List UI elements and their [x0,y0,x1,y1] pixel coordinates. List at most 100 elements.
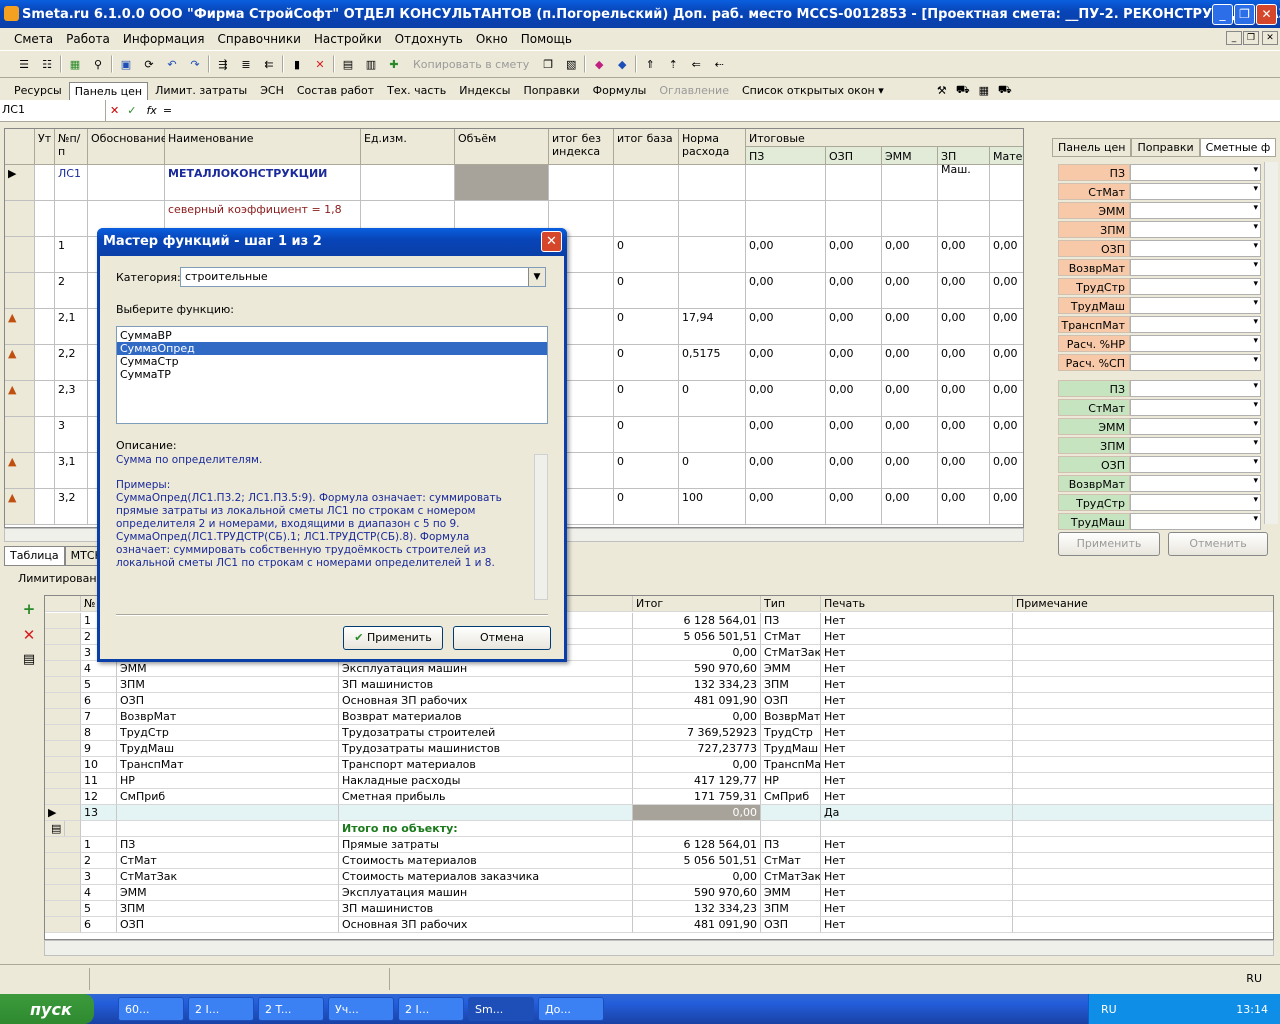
grid-cell[interactable]: 0,00 [990,273,1023,309]
grid-cell[interactable]: 0,00 [826,309,882,345]
table-cell[interactable]: 5 [81,901,117,917]
table-row[interactable]: 1 ПЗ Прямые затраты 6 128 564,01 ПЗ Нет [45,837,1273,853]
minimize-button[interactable]: _ [1212,4,1233,25]
grid-header-unit[interactable]: Ед.изм. [361,129,455,165]
table-cell[interactable]: СмПриб [761,789,821,805]
table-cell[interactable]: 0,00 [633,757,761,773]
grid-header-total-no-index[interactable]: итог без индекса [549,129,614,165]
grid-header-emm[interactable]: ЭММ [882,147,938,165]
table-cell[interactable]: ЗПМ [761,901,821,917]
bottom-header-cell[interactable]: Тип [761,596,821,612]
table-cell[interactable]: Прямые затраты [339,837,633,853]
grid-cell[interactable]: 0 [614,417,679,453]
grid-header-num[interactable]: №п/п [55,129,88,165]
table-cell[interactable]: 0,00 [633,805,761,821]
table-cell[interactable]: ПЗ [117,837,339,853]
grid-cell[interactable]: 0,00 [746,309,826,345]
table-cell[interactable] [1013,917,1273,933]
grid-cell[interactable]: 17,94 [679,309,746,345]
table-cell[interactable]: 0,00 [633,709,761,725]
menu-settings[interactable]: Настройки [312,31,384,47]
right-apply-button[interactable]: Применить [1058,532,1160,556]
table-cell[interactable]: ПЗ [761,613,821,629]
add-icon[interactable]: + [23,600,36,618]
table-cell[interactable] [1013,661,1273,677]
table-cell[interactable] [1013,645,1273,661]
table-cell[interactable] [1013,613,1273,629]
grid-cell[interactable]: 0,00 [990,237,1023,273]
formula-field-select[interactable] [1130,418,1261,435]
table-cell[interactable]: 481 091,90 [633,917,761,933]
excel-icon[interactable]: ▦ [65,54,85,74]
formula-field-select[interactable] [1130,335,1261,352]
table-cell[interactable]: Итого по объекту: [339,821,633,837]
table-cell[interactable]: 171 759,31 [633,789,761,805]
bottom-header-cell[interactable]: Печать [821,596,1013,612]
table-cell[interactable]: Нет [821,853,1013,869]
table-cell[interactable]: 7 369,52923 [633,725,761,741]
grid-cell[interactable] [990,201,1023,237]
table-cell[interactable] [45,901,81,917]
table-cell[interactable] [117,805,339,821]
menu-refs[interactable]: Справочники [216,31,303,47]
table-cell[interactable]: Нет [821,677,1013,693]
table-cell[interactable]: ЭММ [117,661,339,677]
table-row[interactable]: 3 СтМатЗак Стоимость материалов заказчика 0… [45,869,1273,885]
formula-field-select[interactable] [1130,475,1261,492]
table-cell[interactable]: Накладные расходы [339,773,633,789]
table-cell[interactable]: ЭММ [761,885,821,901]
right-cancel-button[interactable]: Отменить [1168,532,1268,556]
tab-tech-part[interactable]: Тех. часть [381,81,452,100]
table-cell[interactable]: 1 [81,837,117,853]
grid-cell[interactable]: 3,1 [55,453,88,489]
grid-header-ozp[interactable]: ОЗП [826,147,882,165]
table-cell[interactable] [45,629,81,645]
table-cell[interactable]: ЗП машинистов [339,901,633,917]
grid-cell[interactable]: 0 [614,273,679,309]
table-cell[interactable]: Нет [821,917,1013,933]
table-cell[interactable]: ТрудМаш [761,741,821,757]
menu-rest[interactable]: Отдохнуть [393,31,465,47]
mdi-minimize-button[interactable]: _ [1226,31,1242,45]
grid-cell[interactable] [35,489,55,525]
table-cell[interactable]: 2 [81,853,117,869]
table-cell[interactable] [1013,725,1273,741]
table-cell[interactable]: 6 [81,693,117,709]
grid-cell[interactable]: 0,00 [938,489,990,525]
grid-cell[interactable] [35,165,55,201]
sort-up-icon[interactable]: ⇑ [640,54,660,74]
table-cell[interactable]: ТрудСтр [117,725,339,741]
table-cell[interactable]: 8 [81,725,117,741]
bottom-header-cell[interactable] [45,596,81,612]
table-cell[interactable] [1013,709,1273,725]
table-cell[interactable]: ЗП машинистов [339,677,633,693]
table-cell[interactable]: 5 056 501,51 [633,853,761,869]
menu-info[interactable]: Информация [121,31,207,47]
taskbar-button[interactable]: 2 I... [398,997,464,1021]
menu-work[interactable]: Работа [64,31,112,47]
table-cell[interactable]: Нет [821,661,1013,677]
formula-field-select[interactable] [1130,278,1261,295]
grid-cell[interactable] [679,201,746,237]
table-cell[interactable]: 0,00 [633,869,761,885]
tray-language[interactable]: RU [1089,1003,1117,1016]
table-cell[interactable]: Основная ЗП рабочих [339,917,633,933]
formula-field-select[interactable] [1130,380,1261,397]
grid-cell[interactable]: 0 [614,381,679,417]
row-indicator[interactable]: ▲ [5,309,35,345]
table-cell[interactable]: ЗПМ [761,677,821,693]
table-cell[interactable]: Эксплуатация машин [339,885,633,901]
grid-header-mater[interactable]: Матер [990,147,1023,165]
grid-cell[interactable]: 0,00 [938,417,990,453]
grid-cell[interactable]: 0,00 [746,237,826,273]
grid-cell[interactable]: 0,00 [882,345,938,381]
grid-cell[interactable]: 0 [614,345,679,381]
tree-icon[interactable]: ☰ [14,54,34,74]
grid-cell[interactable]: 0,00 [746,345,826,381]
table-cell[interactable] [821,821,1013,837]
formula-field-select[interactable] [1130,297,1261,314]
row-indicator[interactable] [5,417,35,453]
table-cell[interactable]: СтМатЗак [761,869,821,885]
table-cell[interactable]: Основная ЗП рабочих [339,693,633,709]
table-cell[interactable] [1013,805,1273,821]
